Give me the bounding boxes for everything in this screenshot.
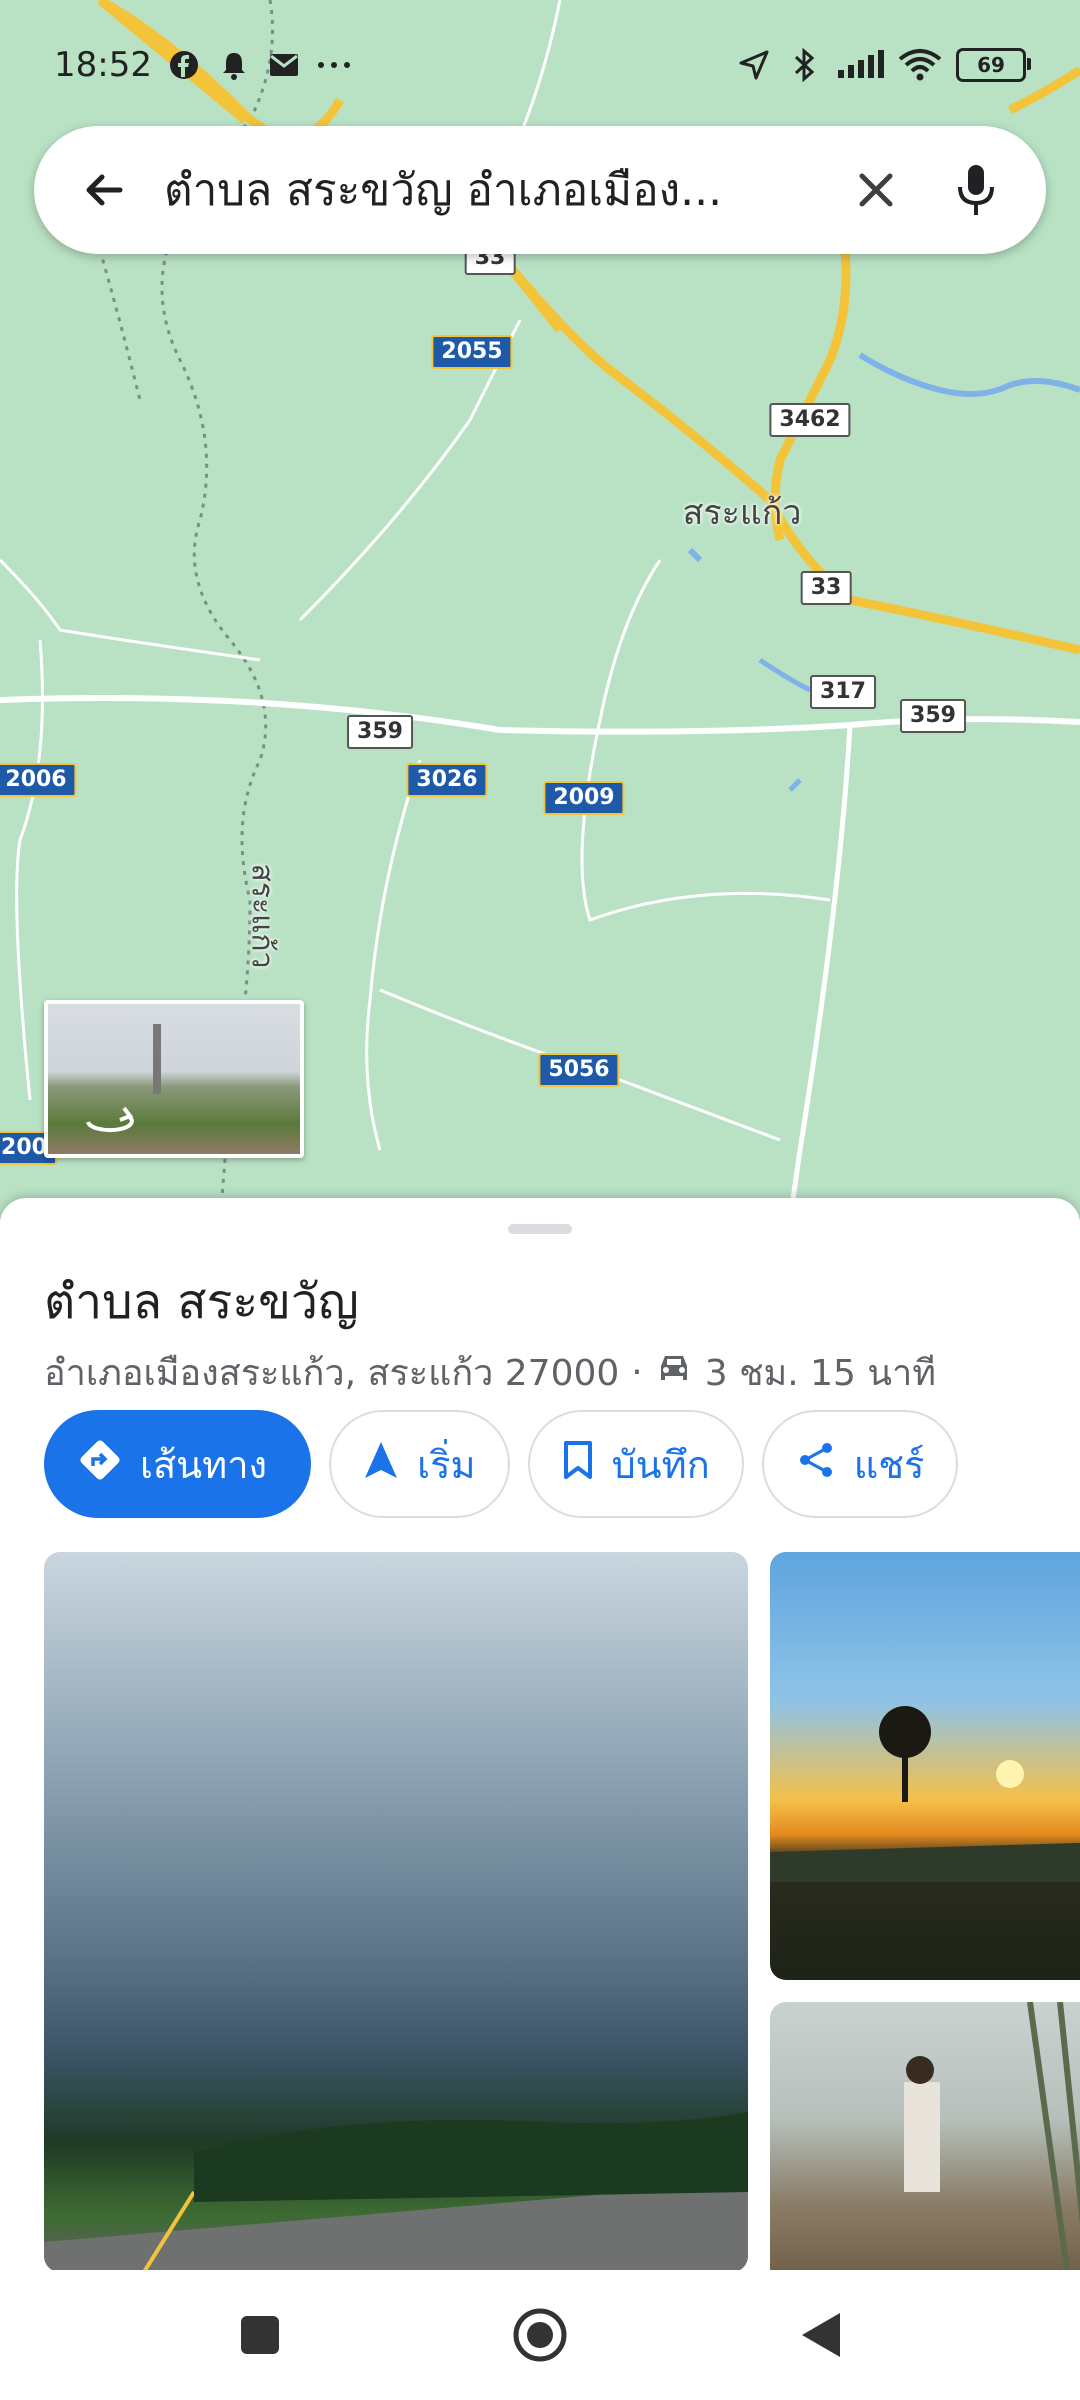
- bell-icon: [216, 47, 252, 83]
- route-shield-359-left: 359: [347, 715, 413, 749]
- drag-handle[interactable]: [508, 1224, 572, 1234]
- car-icon: [655, 1352, 693, 1393]
- photo-person-outdoors[interactable]: [770, 2002, 1080, 2270]
- more-dots-icon: [316, 47, 352, 83]
- search-bar[interactable]: ตำบล สระขวัญ อำเภอเมือง...: [34, 126, 1046, 254]
- facebook-icon: [166, 47, 202, 83]
- directions-label: เส้นทาง: [140, 1442, 268, 1487]
- status-bar: 18:52 69: [0, 0, 1080, 130]
- route-shield-2009: 2009: [543, 781, 625, 815]
- town-label-sa-kaeo: สระแก้ว: [682, 493, 802, 533]
- route-shield-2006: 2006: [0, 763, 77, 797]
- place-subtitle: อำเภอเมืองสระแก้ว, สระแก้ว 27000 · 3 ชม.…: [44, 1344, 936, 1401]
- street-view-360-icon: [86, 1024, 161, 1133]
- signal-icon: [836, 47, 884, 83]
- place-address: อำเภอเมืองสระแก้ว, สระแก้ว 27000: [44, 1353, 620, 1394]
- clock: 18:52: [54, 45, 152, 85]
- start-button[interactable]: เริ่ม: [329, 1410, 510, 1518]
- directions-button[interactable]: เส้นทาง: [44, 1410, 312, 1518]
- battery-icon: 69: [956, 48, 1031, 82]
- back-triangle-icon[interactable]: [790, 2305, 850, 2365]
- bookmark-icon: [562, 1440, 594, 1489]
- route-shield-3462: 3462: [769, 403, 851, 437]
- back-arrow-icon[interactable]: [64, 150, 144, 230]
- home-circle-icon[interactable]: [510, 2305, 570, 2365]
- navigation-arrow-icon: [363, 1440, 399, 1489]
- share-icon: [796, 1440, 836, 1489]
- separator-dot: ·: [631, 1352, 643, 1393]
- bluetooth-icon: [786, 47, 822, 83]
- place-title: ตำบล สระขวัญ: [44, 1274, 359, 1330]
- save-label: บันทึก: [611, 1442, 710, 1487]
- route-shield-2055: 2055: [431, 335, 513, 369]
- start-label: เริ่ม: [417, 1442, 476, 1487]
- district-label-sa-kaeo: สระแก้ว: [244, 863, 280, 969]
- recents-square-icon[interactable]: [230, 2305, 290, 2365]
- photo-storm-sky[interactable]: [44, 1552, 748, 2270]
- mail-icon: [266, 47, 302, 83]
- share-label: แชร์: [853, 1442, 925, 1487]
- route-shield-317: 317: [810, 675, 876, 709]
- route-shield-359-right: 359: [900, 699, 966, 733]
- clear-icon[interactable]: [836, 150, 916, 230]
- share-button[interactable]: แชร์: [761, 1410, 959, 1518]
- drive-time: 3 ชม. 15 นาที: [704, 1353, 936, 1394]
- wifi-icon: [898, 47, 942, 83]
- action-buttons: เส้นทาง เริ่ม บันทึก แชร์: [44, 1410, 959, 1518]
- route-shield-3026: 3026: [406, 763, 488, 797]
- location-arrow-icon: [736, 47, 772, 83]
- save-button[interactable]: บันทึก: [527, 1410, 744, 1518]
- microphone-icon[interactable]: [936, 150, 1016, 230]
- place-bottom-sheet[interactable]: ตำบล สระขวัญ อำเภอเมืองสระแก้ว, สระแก้ว …: [0, 1198, 1080, 2270]
- street-view-thumbnail[interactable]: [44, 1000, 304, 1158]
- system-nav-bar: [0, 2270, 1080, 2400]
- directions-icon: [78, 1438, 122, 1491]
- photo-sunset-road[interactable]: [770, 1552, 1080, 1980]
- search-query[interactable]: ตำบล สระขวัญ อำเภอเมือง...: [144, 155, 836, 225]
- route-shield-33: 33: [800, 571, 852, 605]
- route-shield-5056: 5056: [538, 1053, 620, 1087]
